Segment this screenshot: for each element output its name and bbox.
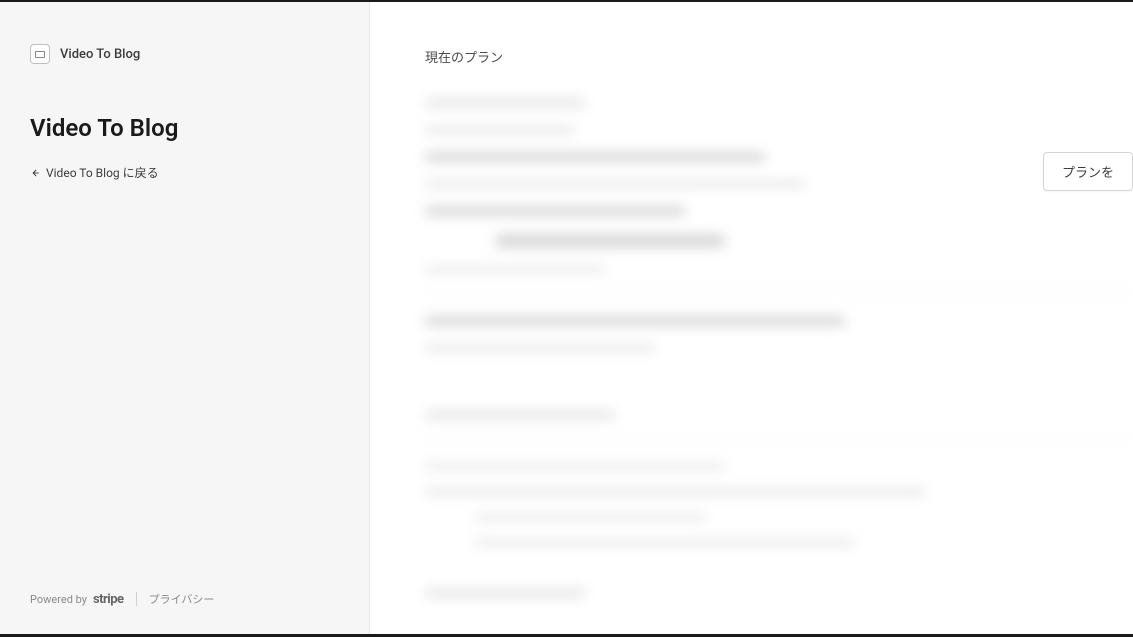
footer-divider (136, 592, 137, 606)
back-link[interactable]: Video To Blog に戻る (30, 164, 339, 181)
sidebar-footer: Powered by stripe プライバシー (30, 591, 214, 607)
privacy-link[interactable]: プライバシー (149, 591, 215, 607)
section-header-current-plan: 現在のプラン (425, 47, 1133, 66)
powered-by[interactable]: Powered by stripe (30, 592, 124, 607)
page-title: Video To Blog (30, 114, 339, 142)
main-content: 現在のプラン プランを (370, 2, 1133, 637)
powered-by-label: Powered by (30, 593, 87, 606)
stripe-logo: stripe (93, 592, 124, 607)
brand-icon (30, 44, 50, 64)
brand-row: Video To Blog (30, 44, 339, 64)
loading-skeleton (425, 98, 1133, 598)
page-layout: Video To Blog Video To Blog Video To Blo… (0, 0, 1133, 637)
brand-name: Video To Blog (60, 47, 140, 62)
arrow-left-icon (30, 168, 40, 178)
back-link-label: Video To Blog に戻る (46, 164, 159, 181)
sidebar: Video To Blog Video To Blog Video To Blo… (0, 2, 370, 637)
